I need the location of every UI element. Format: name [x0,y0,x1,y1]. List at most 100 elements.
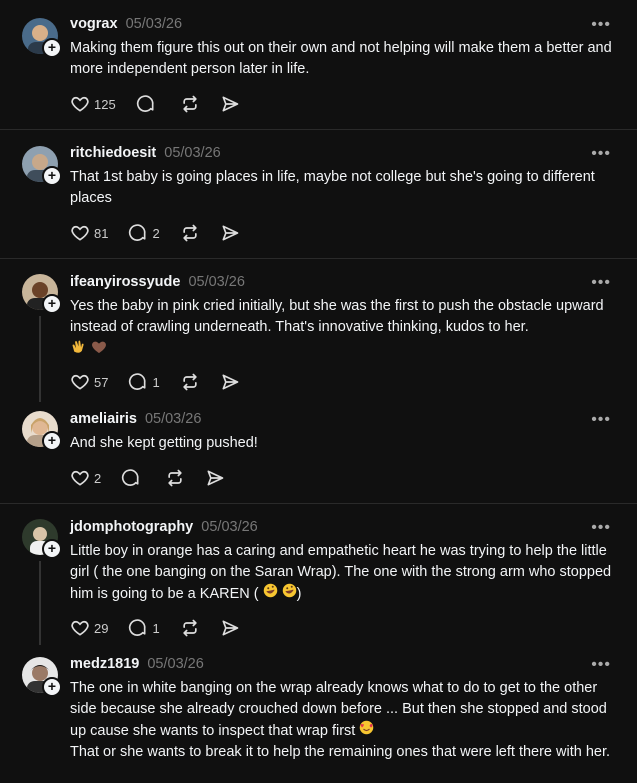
post-date: 05/03/26 [144,411,202,427]
post-text-content: The one in white banging on the wrap alr… [70,680,607,739]
heart-icon [71,470,89,486]
follow-plus-icon[interactable]: + [42,539,62,559]
follow-plus-icon[interactable]: + [42,677,62,697]
reply-count: 1 [152,374,160,390]
thread-line [39,316,41,402]
action-bar: 57 1 [70,370,260,394]
share-icon [207,470,224,486]
avatar[interactable]: + [22,146,62,186]
more-icon[interactable]: ••• [591,520,611,536]
repost-icon [183,95,197,113]
reply-count: 2 [152,225,160,241]
post-date: 05/03/26 [147,656,204,672]
comment-icon [129,373,146,390]
post-date: 05/03/26 [201,519,258,535]
username[interactable]: vograx [70,16,118,32]
post-header: vograx 05/03/26 [70,16,182,32]
post-date: 05/03/26 [125,16,183,32]
comment-icon [122,469,139,486]
comment-icon [129,224,146,241]
reply-button[interactable]: 1 [128,372,160,392]
post-header: ameliairis 05/03/26 [70,411,201,427]
reply-button[interactable] [136,94,160,114]
post-text-content: Little boy in orange has a caring and em… [70,543,612,602]
like-count: 2 [94,470,102,486]
more-icon[interactable]: ••• [591,657,611,673]
share-icon [222,225,239,241]
like-count: 81 [94,225,109,241]
post-text: Making them figure this out on their own… [70,40,612,77]
rofl-emoji-icon [263,583,278,605]
rofl-emoji-icon [282,583,297,605]
avatar[interactable]: + [22,519,62,559]
post-text: That 1st baby is going places in life, m… [70,169,595,206]
more-icon[interactable]: ••• [591,412,611,428]
like-button[interactable]: 81 [70,223,108,243]
divider [0,503,637,504]
repost-icon [183,619,197,637]
brown-heart-emoji-icon [91,339,107,362]
heart-icon [71,620,89,636]
share-button[interactable] [220,223,240,243]
thread-line [39,561,41,645]
like-count: 125 [94,96,116,112]
repost-icon [183,373,197,391]
like-count: 57 [94,374,109,390]
like-button[interactable]: 125 [70,94,116,114]
comment-icon [129,619,146,636]
username[interactable]: medz1819 [70,656,139,672]
post-text-content-2: That or she wants to break it to help th… [70,744,611,760]
follow-plus-icon[interactable]: + [42,166,62,186]
post-header: jdomphotography 05/03/26 [70,519,258,535]
avatar[interactable]: + [22,18,62,58]
follow-plus-icon[interactable]: + [42,431,62,451]
share-button[interactable] [220,372,240,392]
post-text-end: ) [296,585,302,602]
more-icon[interactable]: ••• [591,146,611,162]
post-text: The one in white banging on the wrap alr… [70,678,620,763]
share-icon [222,620,239,636]
repost-icon [183,224,197,242]
avatar[interactable]: + [22,657,62,697]
divider [0,129,637,130]
repost-button[interactable] [180,94,200,114]
repost-button[interactable] [180,223,200,243]
follow-plus-icon[interactable]: + [42,294,62,314]
follow-plus-icon[interactable]: + [42,38,62,58]
post-text-content: Yes the baby in pink cried initially, bu… [70,298,604,335]
share-button[interactable] [220,618,240,638]
like-button[interactable]: 2 [70,468,101,488]
repost-button[interactable] [165,468,185,488]
clap-emoji-icon [70,338,87,362]
post-text: And she kept getting pushed! [70,435,258,451]
repost-icon [168,469,182,487]
post-header: ifeanyirossyude 05/03/26 [70,274,245,290]
like-button[interactable]: 57 [70,372,108,392]
repost-button[interactable] [180,618,200,638]
post-header: ritchiedoesit 05/03/26 [70,145,221,161]
post-header: medz1819 05/03/26 [70,656,204,672]
reply-button[interactable]: 2 [128,223,160,243]
reply-button[interactable] [121,468,145,488]
more-icon[interactable]: ••• [591,275,611,291]
avatar[interactable]: + [22,274,62,314]
avatar[interactable]: + [22,411,62,451]
username[interactable]: ifeanyirossyude [70,274,180,290]
action-bar: 81 2 [70,221,260,245]
like-button[interactable]: 29 [70,618,108,638]
username[interactable]: ritchiedoesit [70,145,156,161]
share-button[interactable] [205,468,225,488]
username[interactable]: jdomphotography [70,519,193,535]
username[interactable]: ameliairis [70,411,137,427]
more-icon[interactable]: ••• [591,17,611,33]
smiling-hearts-emoji-icon [359,720,374,742]
reply-count: 1 [152,620,160,636]
repost-button[interactable] [180,372,200,392]
heart-icon [71,225,89,241]
share-button[interactable] [220,94,240,114]
reply-button[interactable]: 1 [128,618,160,638]
comment-icon [136,95,154,112]
action-bar: 29 1 [70,616,260,640]
action-bar: 125 [70,92,260,116]
post-date: 05/03/26 [188,274,245,290]
